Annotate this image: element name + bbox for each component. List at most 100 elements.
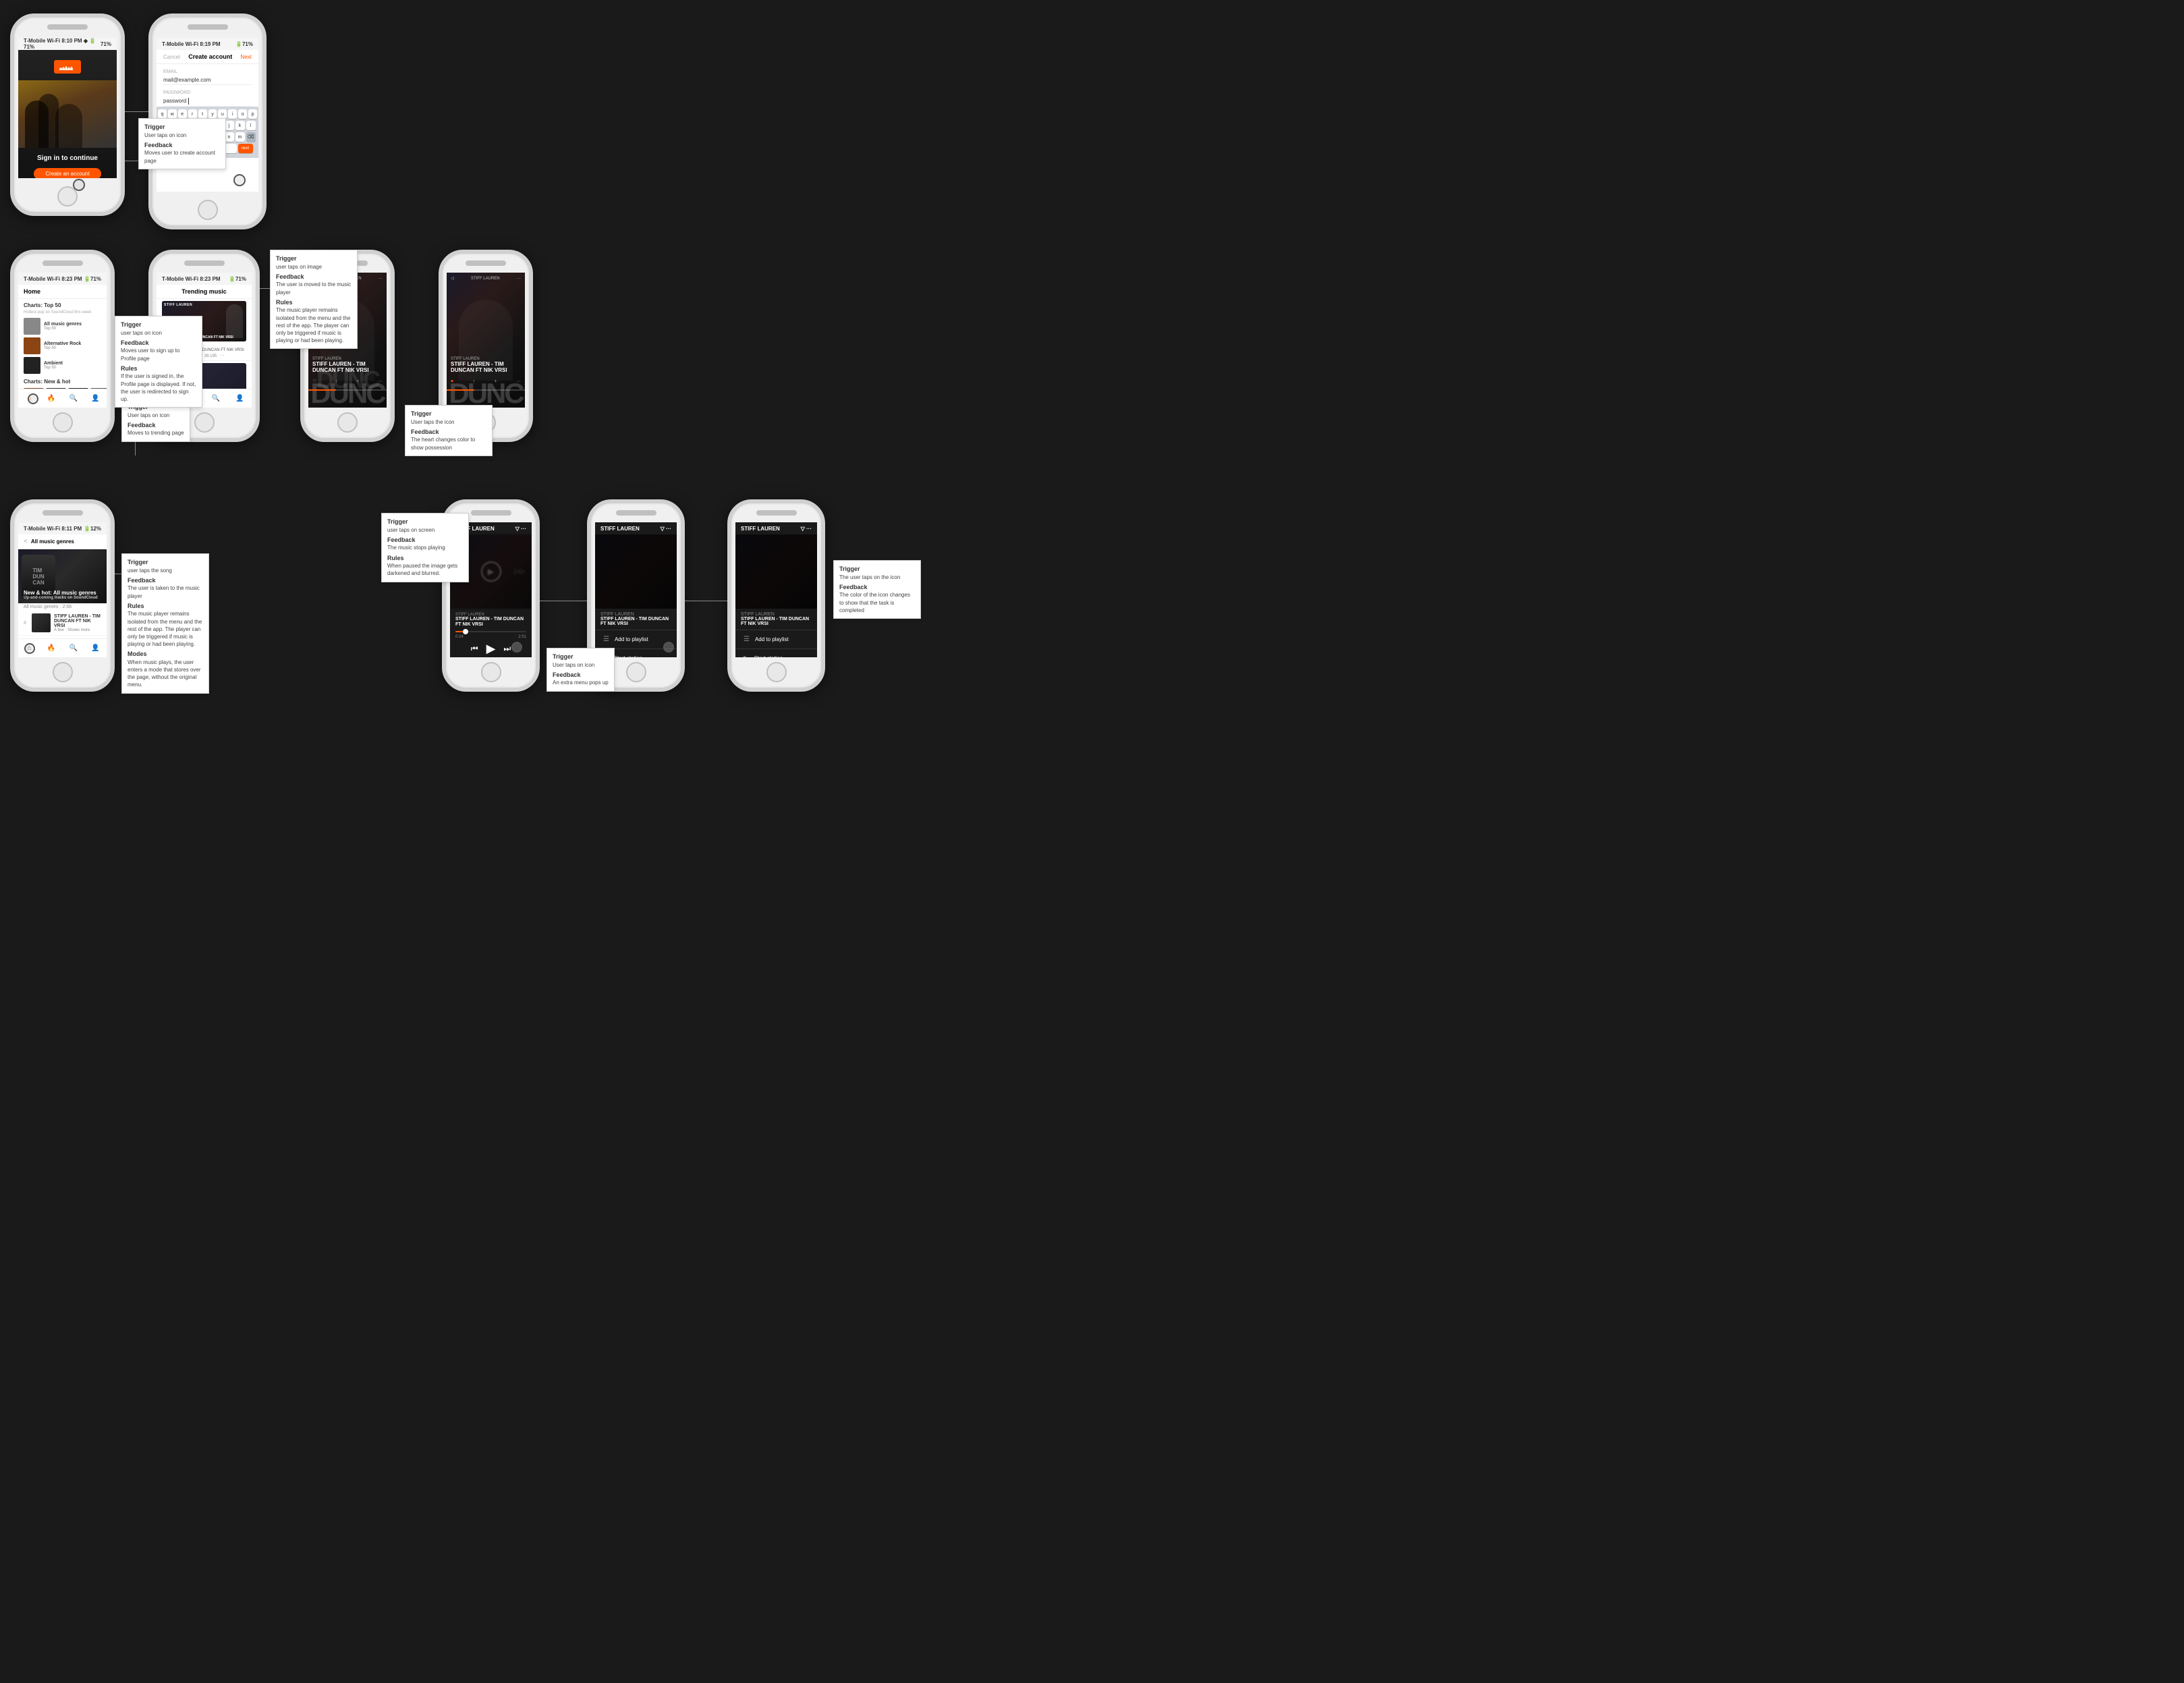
password-field: PASSWORD password: [163, 90, 252, 107]
key-i[interactable]: i: [228, 109, 237, 119]
home-button-4[interactable]: [194, 412, 215, 433]
list-track-1[interactable]: # STIFF LAUREN - TIM DUNCAN FT NIK VRSI …: [18, 611, 107, 636]
hero-image: [18, 80, 117, 148]
key-m[interactable]: m: [235, 132, 245, 142]
skip-fwd-8[interactable]: ▷▷: [515, 568, 525, 576]
key-t[interactable]: t: [198, 109, 207, 119]
nav-profile-4[interactable]: 👤: [234, 393, 245, 404]
chart-thumb-3: [24, 357, 40, 374]
create-account-header: Cancel Create account Next: [157, 50, 258, 64]
email-input[interactable]: mail@example.com: [163, 76, 252, 85]
nav-trending-7[interactable]: 🔥: [46, 643, 57, 654]
player-add-icon[interactable]: +: [356, 379, 359, 384]
key-e[interactable]: e: [178, 109, 187, 119]
password-input[interactable]: password: [163, 96, 252, 107]
status-bar-1: T-Mobile Wi-Fi 8:10 PM ◆ 🔋 71% 71%: [18, 38, 117, 50]
player-more-icon-6[interactable]: ···: [516, 379, 521, 384]
next-button[interactable]: Next: [241, 54, 252, 60]
phone-home: T-Mobile Wi-Fi 8:23 PM 🔋71% Home Charts:…: [10, 250, 115, 442]
key-next[interactable]: next: [238, 144, 253, 153]
nav-profile[interactable]: 👤: [90, 393, 101, 404]
player-title: STIFF LAUREN - TIM DUNCAN FT NIK VRSI: [312, 361, 383, 374]
context-art-9: [595, 534, 677, 609]
home-button-7[interactable]: [53, 662, 73, 682]
key-w[interactable]: w: [168, 109, 177, 119]
player-progress-6[interactable]: [447, 389, 525, 391]
key-o[interactable]: o: [238, 109, 247, 119]
nav-search[interactable]: 🔍: [68, 393, 79, 404]
playlist-icon: ☰: [603, 636, 609, 643]
key-r[interactable]: r: [188, 109, 197, 119]
home-button-5[interactable]: [337, 412, 358, 433]
back-button-7[interactable]: <: [24, 538, 28, 545]
annotation-tap-pause: Trigger user taps on screen Feedback The…: [381, 513, 469, 582]
prev-btn[interactable]: ⏮: [471, 644, 478, 654]
key-p[interactable]: p: [248, 109, 257, 119]
player-add-icon-6[interactable]: +: [494, 379, 497, 384]
player-menu-icon[interactable]: ···: [379, 277, 383, 281]
annotation-go-to-player: Trigger user taps on image Feedback The …: [270, 250, 358, 349]
status-bar-9: STIFF LAUREN ▽ ···: [595, 522, 677, 534]
player-track-info-6: STIFF LAUREN STIFF LAUREN - TIM DUNCAN F…: [451, 357, 521, 374]
playlist-icon-10: ☰: [744, 636, 750, 643]
home-button-8[interactable]: [481, 662, 501, 682]
key-backspace[interactable]: ⌫: [246, 132, 256, 142]
phone-login: T-Mobile Wi-Fi 8:10 PM ◆ 🔋 71% 71%: [10, 13, 125, 216]
key-l[interactable]: l: [246, 121, 256, 130]
key-k[interactable]: k: [235, 121, 245, 130]
chart-item-2[interactable]: Alternative Rock Top 50: [18, 336, 107, 356]
player-share-icon-6[interactable]: ↑: [473, 379, 476, 384]
player-like-icon[interactable]: ♡: [312, 379, 316, 384]
list-hero: TIMDUNCAN New & hot: All music genres Up…: [18, 549, 107, 603]
progress-bar-8[interactable]: [455, 631, 526, 632]
key-u[interactable]: u: [218, 109, 227, 119]
context-menu-screen: STIFF LAUREN ▽ ··· STIFF LAUREN STIFF LA…: [595, 522, 677, 657]
key-y[interactable]: y: [208, 109, 217, 119]
list-header: < All music genres: [18, 534, 107, 549]
home-button-3[interactable]: [53, 412, 73, 433]
list-meta: All music genres · 2:56: [18, 603, 107, 611]
player-more-icon[interactable]: ···: [378, 379, 383, 384]
status-bar-4: T-Mobile Wi-Fi 8:23 PM 🔋71%: [157, 273, 252, 285]
annotation-repost-checked: Trigger The user taps on the icon Feedba…: [833, 560, 921, 619]
nav-search-7[interactable]: 🔍: [68, 643, 79, 654]
player-progress-fill: [308, 389, 336, 391]
track-art-1: [32, 613, 51, 632]
context-title-10: STIFF LAUREN STIFF LAUREN - TIM DUNCAN F…: [735, 609, 817, 630]
cursor-8: [511, 642, 522, 653]
home-button-10[interactable]: [766, 662, 787, 682]
station-icon-10: ▶: [744, 655, 749, 657]
nav-trending[interactable]: 🔥: [46, 393, 57, 404]
cursor-9: [663, 642, 674, 653]
list-screen: T-Mobile Wi-Fi 8:11 PM 🔋12% < All music …: [18, 522, 107, 657]
context-title: STIFF LAUREN STIFF LAUREN - TIM DUNCAN F…: [595, 609, 677, 630]
annotation-more-menu: Trigger User taps on icon Feedback An ex…: [547, 648, 615, 692]
create-account-button[interactable]: Create an account: [34, 168, 101, 178]
play-overlay[interactable]: ▶: [481, 561, 501, 582]
menu-item-add-playlist-10[interactable]: ☰ Add to playlist: [735, 630, 817, 649]
status-bar-10: STIFF LAUREN ▽ ···: [735, 522, 817, 534]
play-btn[interactable]: ▶: [486, 642, 496, 656]
email-field: EMAIL mail@example.com: [163, 70, 252, 85]
menu-item-start-station-10[interactable]: ▶ Start station: [735, 649, 817, 657]
context-art-10: [735, 534, 817, 609]
home-button-9[interactable]: [626, 662, 646, 682]
context-checked-screen: STIFF LAUREN ▽ ··· STIFF LAUREN STIFF LA…: [735, 522, 817, 657]
key-q[interactable]: q: [158, 109, 167, 119]
chart-item-1[interactable]: All music genres Top 50: [18, 316, 107, 336]
player-share-icon[interactable]: ↑: [335, 379, 338, 384]
chart-item-3[interactable]: Ambient Top 50: [18, 356, 107, 375]
home-button-2[interactable]: [198, 200, 218, 220]
player-heart-screen: T-Mobile Wi-Fi 🔋 ◁ STIFF LAUREN ··· STIF…: [447, 273, 525, 408]
cancel-button[interactable]: Cancel: [163, 54, 180, 60]
nav-profile-7[interactable]: 👤: [90, 643, 101, 654]
login-screen: T-Mobile Wi-Fi 8:10 PM ◆ 🔋 71% 71%: [18, 38, 117, 178]
nav-search-4[interactable]: 🔍: [211, 393, 221, 404]
player-menu-icon-6[interactable]: ···: [517, 277, 521, 281]
sign-in-text: Sign in to continue: [18, 148, 117, 165]
player-back-icon-6[interactable]: ◁: [451, 276, 454, 281]
status-bar-7: T-Mobile Wi-Fi 8:11 PM 🔋12%: [18, 522, 107, 534]
player-like-icon-6[interactable]: ♥: [451, 379, 453, 384]
next-btn[interactable]: ⏭: [503, 644, 511, 654]
player-progress-bar[interactable]: [308, 389, 387, 391]
